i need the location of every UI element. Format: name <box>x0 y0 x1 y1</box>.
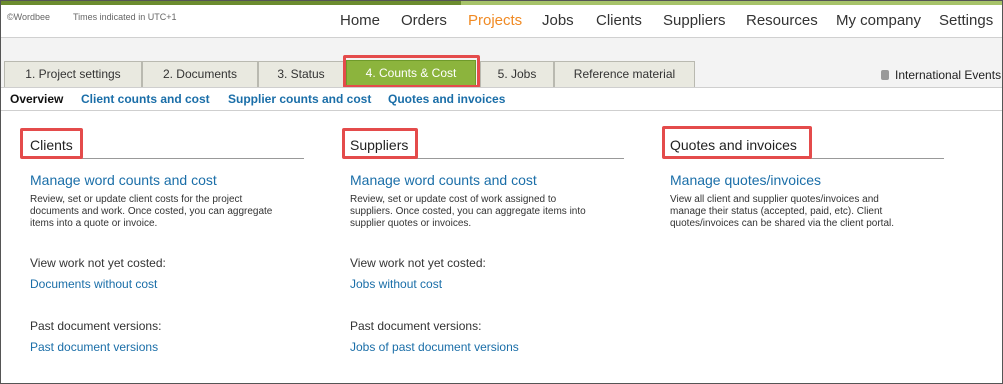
clients-past-versions-label: Past document versions: <box>30 319 162 333</box>
suppliers-description: Review, set or update cost of work assig… <box>350 194 625 230</box>
suppliers-past-versions-label: Past document versions: <box>350 319 482 333</box>
quotes-invoices-title: Quotes and invoices <box>670 137 797 153</box>
quotes-invoices-description: View all client and supplier quotes/invo… <box>670 194 945 230</box>
sub-navigation: Overview Client counts and cost Supplier… <box>1 87 1002 111</box>
tab-jobs[interactable]: 5. Jobs <box>480 61 554 88</box>
suppliers-not-costed-label: View work not yet costed: <box>350 256 486 270</box>
calendar-icon <box>881 70 889 80</box>
nav-settings[interactable]: Settings <box>939 12 993 29</box>
subnav-supplier-counts-and-cost[interactable]: Supplier counts and cost <box>228 92 371 106</box>
tab-reference-material[interactable]: Reference material <box>554 61 695 88</box>
clients-desc-line-2: documents and work. Once costed, you can… <box>30 206 273 217</box>
documents-without-cost-link[interactable]: Documents without cost <box>30 277 157 291</box>
subnav-quotes-and-invoices[interactable]: Quotes and invoices <box>388 92 505 106</box>
international-events-link[interactable]: International Events <box>881 68 1001 82</box>
tab-counts-cost[interactable]: 4. Counts & Cost <box>346 60 476 88</box>
suppliers-desc-line-2: suppliers. Once costed, you can aggregat… <box>350 206 586 217</box>
suppliers-desc-line-1: Review, set or update cost of work assig… <box>350 194 557 205</box>
quotes-desc-line-1: View all client and supplier quotes/invo… <box>670 194 879 205</box>
clients-divider <box>30 158 304 159</box>
timezone-label: Times indicated in UTC+1 <box>73 12 177 22</box>
nav-home[interactable]: Home <box>340 12 380 29</box>
past-document-versions-link[interactable]: Past document versions <box>30 340 158 354</box>
suppliers-manage-link[interactable]: Manage word counts and cost <box>350 172 537 188</box>
quotes-desc-line-2: manage their status (accepted, paid, etc… <box>670 206 883 217</box>
clients-desc-line-3: items into a quote or invoice. <box>30 218 158 229</box>
subnav-client-counts-and-cost[interactable]: Client counts and cost <box>81 92 210 106</box>
nav-clients[interactable]: Clients <box>596 12 642 29</box>
tab-status[interactable]: 3. Status <box>258 61 344 88</box>
nav-my-company[interactable]: My company <box>836 12 921 29</box>
header: ©Wordbee Times indicated in UTC+1 Home O… <box>1 5 1002 37</box>
suppliers-divider <box>350 158 624 159</box>
tab-project-settings[interactable]: 1. Project settings <box>4 61 142 88</box>
quotes-invoices-divider <box>670 158 944 159</box>
quotes-desc-line-3: quotes/invoices can be shared via the cl… <box>670 218 895 229</box>
subnav-overview[interactable]: Overview <box>10 92 63 106</box>
nav-resources[interactable]: Resources <box>746 12 818 29</box>
clients-title: Clients <box>30 137 73 153</box>
suppliers-title: Suppliers <box>350 137 409 153</box>
tab-documents[interactable]: 2. Documents <box>142 61 258 88</box>
manage-quotes-invoices-link[interactable]: Manage quotes/invoices <box>670 172 821 188</box>
clients-desc-line-1: Review, set or update client costs for t… <box>30 194 243 205</box>
nav-orders[interactable]: Orders <box>401 12 447 29</box>
clients-description: Review, set or update client costs for t… <box>30 194 305 230</box>
project-tabs-bar: 1. Project settings 2. Documents 3. Stat… <box>1 37 1002 88</box>
suppliers-desc-line-3: supplier quotes or invoices. <box>350 218 472 229</box>
jobs-past-document-versions-link[interactable]: Jobs of past document versions <box>350 340 519 354</box>
jobs-without-cost-link[interactable]: Jobs without cost <box>350 277 442 291</box>
nav-jobs[interactable]: Jobs <box>542 12 574 29</box>
international-events-label: International Events <box>895 68 1002 82</box>
clients-not-costed-label: View work not yet costed: <box>30 256 166 270</box>
clients-manage-link[interactable]: Manage word counts and cost <box>30 172 217 188</box>
nav-projects[interactable]: Projects <box>468 12 522 29</box>
app-frame: ©Wordbee Times indicated in UTC+1 Home O… <box>0 0 1003 384</box>
brand-label: ©Wordbee <box>7 12 50 22</box>
nav-suppliers[interactable]: Suppliers <box>663 12 726 29</box>
